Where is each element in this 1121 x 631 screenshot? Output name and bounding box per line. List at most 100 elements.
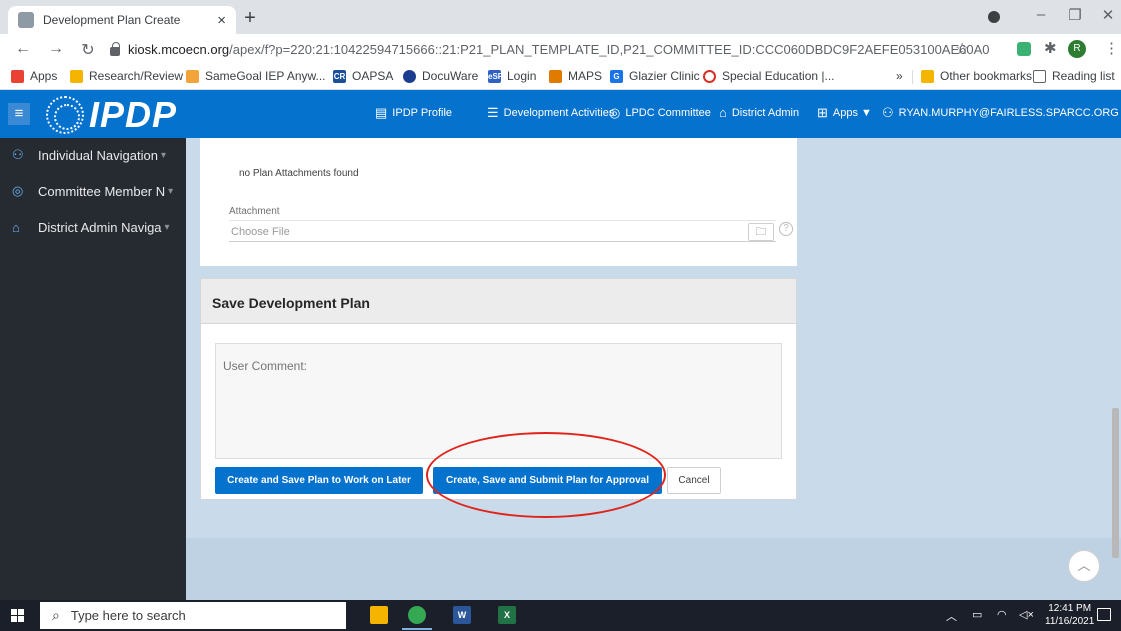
sidebar-item-individual-navigation[interactable]: ⚇ Individual Navigation ▾ xyxy=(0,138,186,172)
save-plan-header: Save Development Plan xyxy=(201,279,796,324)
bookmark-glazier[interactable]: G Glazier Clinic xyxy=(610,69,700,83)
browser-menu-icon[interactable]: ⋮ xyxy=(1104,39,1119,57)
nav-ipdp-profile[interactable]: ▤ IPDP Profile xyxy=(375,105,452,121)
cr-icon: CR xyxy=(333,69,346,83)
ipdp-logo-icon xyxy=(46,96,84,134)
taskbar-search-input[interactable]: ⌕ Type here to search xyxy=(40,602,346,629)
reading-list-icon xyxy=(1033,69,1046,83)
page-footer xyxy=(186,538,1121,600)
help-icon[interactable]: ? xyxy=(779,222,793,236)
hamburger-menu-icon[interactable]: ≡ xyxy=(8,103,30,125)
bookmark-star-icon[interactable]: ☆ xyxy=(955,39,969,59)
folder-icon xyxy=(70,69,83,83)
tray-chevron-icon[interactable]: ︿ xyxy=(946,608,957,624)
forward-icon[interactable]: → xyxy=(47,40,65,58)
chevron-down-icon: ▾ xyxy=(168,185,174,197)
bookmark-samegoal[interactable]: SameGoal IEP Anyw... xyxy=(186,69,326,83)
docuware-icon xyxy=(403,69,416,83)
word-icon[interactable]: W xyxy=(453,606,471,624)
profile-avatar[interactable]: R xyxy=(1068,40,1086,58)
building-icon: ⌂ xyxy=(12,219,20,235)
browser-tab[interactable]: Development Plan Create × xyxy=(8,6,236,34)
browser-tabstrip: Development Plan Create × + – ❐ ✕ xyxy=(0,0,1121,34)
battery-icon[interactable]: ▭ xyxy=(972,608,982,621)
save-for-later-button[interactable]: Create and Save Plan to Work on Later xyxy=(215,467,423,494)
chrome-icon[interactable] xyxy=(408,606,426,624)
bookmark-apps[interactable]: Apps xyxy=(11,69,57,83)
url-text[interactable]: kiosk.mcoecn.org/apex/f?p=220:21:1042259… xyxy=(128,42,990,57)
chevron-down-icon: ▾ xyxy=(160,149,166,161)
new-tab-button[interactable]: + xyxy=(238,7,262,30)
reading-list[interactable]: Reading list xyxy=(1033,69,1115,83)
media-control-icon[interactable] xyxy=(988,11,1000,23)
active-app-indicator xyxy=(402,628,432,630)
restore-icon[interactable]: ❐ xyxy=(1064,6,1086,24)
g-icon: G xyxy=(610,69,623,83)
browser-toolbar: ← → ↻ kiosk.mcoecn.org/apex/f?p=220:21:1… xyxy=(0,34,1121,64)
attachment-file-input[interactable]: Choose File xyxy=(229,220,776,242)
bookmark-research-review[interactable]: Research/Review xyxy=(70,69,183,83)
profile-card-icon: ▤ xyxy=(375,105,388,120)
list-icon: ☰ xyxy=(487,105,499,120)
nav-district-admin[interactable]: ⌂ District Admin xyxy=(719,105,799,120)
sidebar-item-committee-member[interactable]: ◎ Committee Member N ▾ xyxy=(0,174,186,208)
minimize-icon[interactable]: – xyxy=(1030,6,1052,23)
committee-icon: ◎ xyxy=(609,105,621,120)
excel-icon[interactable]: X xyxy=(498,606,516,624)
apps-icon: ⊞ xyxy=(817,105,828,120)
clock-time: 12:41 PM xyxy=(1048,603,1092,614)
url-host: kiosk.mcoecn.org xyxy=(128,41,230,57)
scroll-to-top-button[interactable]: ︿ xyxy=(1068,550,1100,582)
attachment-label: Attachment xyxy=(229,206,280,217)
bookmark-other[interactable]: Other bookmarks xyxy=(921,69,1032,83)
maps-icon xyxy=(549,69,562,83)
building-icon: ⌂ xyxy=(719,105,727,120)
notification-icon[interactable] xyxy=(1097,608,1111,621)
taskbar-clock[interactable]: 12:41 PM 11/16/2021 xyxy=(1045,602,1094,628)
esp-icon: eSP xyxy=(488,69,504,83)
volume-icon[interactable]: ◁× xyxy=(1019,608,1034,621)
folder-icon xyxy=(921,69,934,83)
wifi-icon[interactable]: ◠ xyxy=(997,608,1007,621)
sidebar-item-district-admin[interactable]: ⌂ District Admin Naviga ▾ xyxy=(0,210,186,244)
nav-lpdc-committee[interactable]: ◎ LPDC Committee xyxy=(609,105,711,121)
save-plan-card: Save Development Plan Create and Save Pl… xyxy=(200,278,797,500)
committee-icon: ◎ xyxy=(12,183,24,198)
bookmark-oapsa[interactable]: CR OAPSA xyxy=(333,69,393,83)
file-explorer-icon[interactable] xyxy=(370,606,388,624)
nav-development-activities[interactable]: ☰ Development Activities xyxy=(487,105,614,121)
circle-icon xyxy=(703,69,716,83)
user-comment-field[interactable] xyxy=(215,343,782,459)
bookmarks-bar: Apps Research/Review SameGoal IEP Anyw..… xyxy=(0,64,1121,90)
nav-apps[interactable]: ⊞ Apps ▼ xyxy=(817,105,872,121)
close-window-icon[interactable]: ✕ xyxy=(1097,6,1119,24)
no-attachments-text: no Plan Attachments found xyxy=(239,168,359,179)
submit-for-approval-button[interactable]: Create, Save and Submit Plan for Approva… xyxy=(433,467,662,494)
browse-folder-icon[interactable]: 🗀 xyxy=(748,223,774,241)
nav-user-menu[interactable]: ⚇ RYAN.MURPHY@FAIRLESS.SPARCC.ORG ▼ xyxy=(882,105,1121,121)
bookmark-login[interactable]: eSP Login xyxy=(488,69,536,83)
windows-start-icon[interactable] xyxy=(11,609,24,622)
extension-icon[interactable] xyxy=(1017,42,1031,56)
bookmark-overflow[interactable]: » xyxy=(896,69,903,83)
reload-icon[interactable]: ↻ xyxy=(79,40,97,60)
apps-grid-icon xyxy=(11,69,24,83)
bookmark-special-education[interactable]: Special Education |... xyxy=(703,69,835,83)
extensions-puzzle-icon[interactable]: ✱ xyxy=(1044,39,1057,57)
back-icon[interactable]: ← xyxy=(14,40,32,58)
bookmark-maps[interactable]: MAPS xyxy=(549,69,602,83)
lock-icon xyxy=(110,41,120,56)
user-icon: ⚇ xyxy=(882,105,894,120)
tab-title: Development Plan Create xyxy=(43,13,181,27)
url-path: /apex/f?p=220:21:10422594715666::21:P21_… xyxy=(229,41,990,57)
bookmark-docuware[interactable]: DocuWare xyxy=(403,69,478,83)
cancel-button[interactable]: Cancel xyxy=(667,467,721,494)
samegoal-icon xyxy=(186,69,199,83)
attachments-card: no Plan Attachments found Attachment Cho… xyxy=(200,138,797,266)
app-logo[interactable]: IPDP xyxy=(89,94,177,136)
tab-close-icon[interactable]: × xyxy=(217,12,226,29)
address-bar[interactable]: kiosk.mcoecn.org/apex/f?p=220:21:1042259… xyxy=(110,37,990,61)
sidebar: ⚇ Individual Navigation ▾ ◎ Committee Me… xyxy=(0,138,186,600)
scrollbar-thumb[interactable] xyxy=(1112,408,1119,558)
tab-favicon-icon xyxy=(18,12,34,28)
